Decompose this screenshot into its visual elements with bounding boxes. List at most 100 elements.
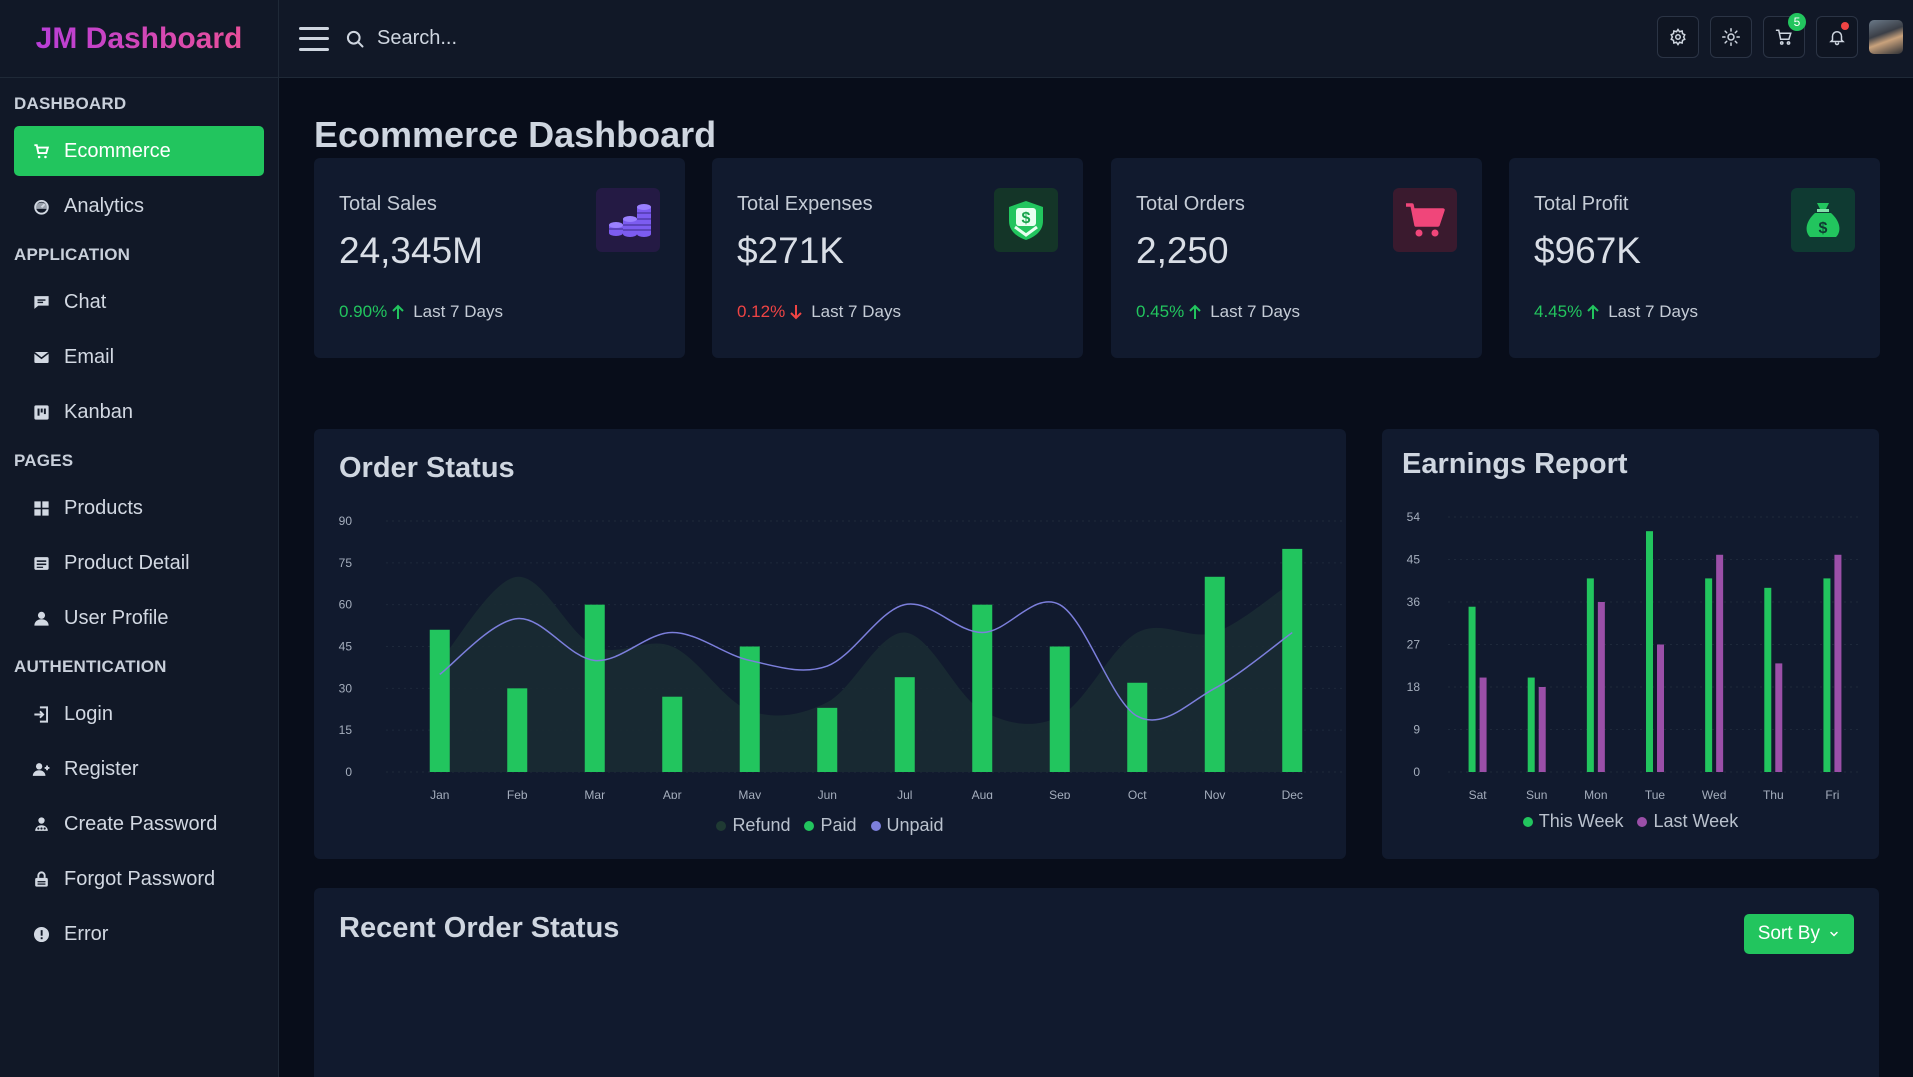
paid-bar[interactable] — [584, 604, 605, 772]
avatar[interactable] — [1869, 20, 1903, 54]
sidebar-item-chat[interactable]: Chat — [14, 277, 264, 327]
sidebar: JM Dashboard DASHBOARD Ecommerce Analytics… — [0, 0, 279, 1077]
theme-toggle-button[interactable] — [1710, 16, 1752, 58]
total-sales-card: Total Sales 24,345M 0.90% Last 7 Days — [314, 158, 685, 358]
last-week-bar[interactable] — [1597, 602, 1605, 772]
sidebar-item-label: User Profile — [64, 606, 169, 629]
legend-label: This Week — [1538, 811, 1624, 831]
this-week-bar[interactable] — [1823, 578, 1831, 772]
sidebar-item-label: Product Detail — [64, 551, 190, 574]
shopping-cart-icon — [1393, 188, 1457, 252]
notifications-button[interactable] — [1816, 16, 1858, 58]
order-status-chart: 0 15 30 45 60 75 90 Jan Feb Mar Apr May Jun Jul Aug Sep… — [339, 514, 1346, 799]
settings-button[interactable] — [1657, 16, 1699, 58]
total-profit-card: Total Profit $967K 4.45% Last 7 Days $ — [1509, 158, 1880, 358]
this-week-bar[interactable] — [1646, 531, 1653, 772]
topbar: 5 — [279, 0, 1913, 78]
sidebar-item-ecommerce[interactable]: Ecommerce — [14, 126, 264, 176]
stat-percent: 0.90% — [339, 302, 388, 321]
sidebar-item-login[interactable]: Login — [14, 689, 264, 739]
sort-by-label: Sort By — [1757, 923, 1820, 944]
stat-percent: 4.45% — [1534, 302, 1583, 321]
last-week-bar[interactable] — [1657, 644, 1664, 773]
stat-trend: 4.45% Last 7 Days — [1534, 302, 1698, 322]
sidebar-item-user-profile[interactable]: User Profile — [14, 593, 264, 643]
nav-section-title: PAGES — [14, 451, 74, 470]
sidebar-item-analytics[interactable]: Analytics — [14, 181, 264, 231]
x-tick-label: Oct — [1128, 788, 1147, 799]
legend-label: Refund — [732, 815, 791, 835]
stat-percent: 0.45% — [1136, 302, 1185, 321]
paid-bar[interactable] — [817, 707, 838, 772]
cart-button[interactable]: 5 — [1763, 13, 1806, 58]
user-plus-icon — [30, 758, 52, 780]
coins-icon — [596, 188, 660, 252]
x-tick-label: Jul — [897, 788, 912, 799]
stat-label: Total Profit — [1534, 193, 1629, 215]
sidebar-item-email[interactable]: Email — [14, 332, 264, 382]
paid-bar[interactable] — [739, 646, 760, 773]
search-input[interactable] — [377, 27, 677, 50]
paid-bar[interactable] — [1127, 682, 1148, 772]
chat-icon — [30, 291, 52, 313]
y-tick-label: 45 — [339, 640, 353, 654]
paid-bar[interactable] — [429, 629, 450, 772]
stat-value: $967K — [1534, 230, 1641, 271]
stat-period: Last 7 Days — [811, 302, 901, 321]
x-tick-label: Feb — [507, 788, 528, 799]
legend-item-this-week[interactable]: This Week — [1522, 811, 1624, 832]
this-week-bar[interactable] — [1527, 677, 1535, 772]
legend-item-refund[interactable]: Refund — [716, 815, 790, 836]
sort-by-button[interactable]: Sort By — [1743, 914, 1854, 954]
legend-item-last-week[interactable]: Last Week — [1637, 811, 1738, 832]
paid-bar[interactable] — [1049, 646, 1070, 773]
paid-bar[interactable] — [972, 604, 993, 772]
earnings-report-chart: 0 9 18 27 36 45 54 Sat Sun Mon Tue Wed Thu Fri — [1407, 510, 1862, 799]
legend-swatch — [716, 820, 727, 831]
sidebar-item-forgot-password[interactable]: Forgot Password — [14, 854, 264, 904]
sidebar-item-product-detail[interactable]: Product Detail — [14, 538, 264, 588]
last-week-bar[interactable] — [1834, 554, 1842, 772]
last-week-bar[interactable] — [1479, 677, 1487, 772]
total-orders-card: Total Orders 2,250 0.45% Last 7 Days — [1111, 158, 1482, 358]
menu-toggle-icon[interactable] — [299, 26, 329, 51]
y-tick-label: 60 — [339, 598, 353, 612]
this-week-bar[interactable] — [1468, 606, 1476, 772]
paid-bar[interactable] — [1282, 548, 1303, 772]
paid-bar[interactable] — [662, 696, 683, 772]
last-week-bar[interactable] — [1538, 687, 1546, 772]
this-week-bar[interactable] — [1586, 578, 1594, 772]
stat-label: Total Sales — [339, 193, 437, 215]
this-week-bar[interactable] — [1764, 587, 1772, 772]
nav-section-title: AUTHENTICATION — [14, 657, 167, 676]
paid-bar[interactable] — [1204, 576, 1225, 772]
sun-icon — [1722, 28, 1740, 46]
legend-label: Paid — [820, 815, 857, 835]
paid-bar[interactable] — [507, 688, 528, 772]
x-tick-label: May — [738, 788, 761, 799]
last-week-bar[interactable] — [1716, 554, 1724, 772]
sidebar-item-label: Error — [64, 922, 109, 945]
legend-swatch — [1637, 816, 1648, 827]
this-week-bar[interactable] — [1705, 578, 1713, 772]
y-tick-label: 27 — [1407, 638, 1421, 652]
sidebar-item-label: Products — [64, 496, 143, 519]
y-tick-label: 30 — [339, 681, 353, 695]
gauge-icon — [30, 195, 52, 217]
dollar-badge-icon: $ — [994, 188, 1058, 252]
chevron-down-icon — [1830, 931, 1838, 937]
sidebar-item-products[interactable]: Products — [14, 483, 264, 533]
sidebar-item-kanban[interactable]: Kanban — [14, 387, 264, 437]
legend-item-paid[interactable]: Paid — [804, 815, 857, 836]
last-week-bar[interactable] — [1775, 663, 1783, 772]
sidebar-item-create-password[interactable]: Create Password — [14, 799, 264, 849]
sidebar-item-error[interactable]: Error — [14, 909, 264, 959]
x-tick-label: Aug — [972, 788, 993, 799]
brand-logo[interactable]: JM Dashboard — [0, 0, 278, 78]
paid-bar[interactable] — [894, 677, 915, 772]
sidebar-item-register[interactable]: Register — [14, 744, 264, 794]
nav-section-title: DASHBOARD — [14, 94, 127, 113]
order-status-legend: Refund Paid Unpaid — [314, 815, 1346, 836]
legend-item-unpaid[interactable]: Unpaid — [870, 815, 944, 836]
cart-count-badge: 5 — [1788, 13, 1806, 31]
